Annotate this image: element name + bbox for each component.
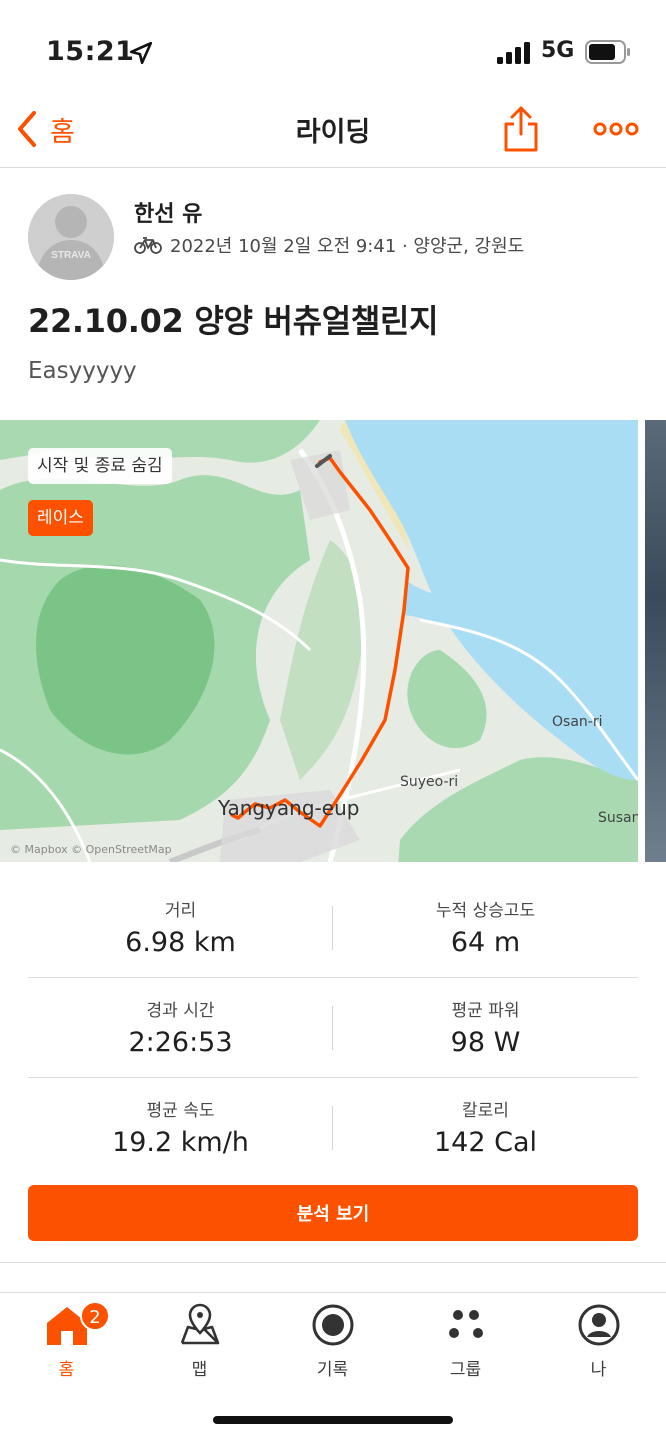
stat-label: 거리 [164, 901, 197, 921]
home-indicator[interactable] [213, 1416, 453, 1424]
record-icon [312, 1304, 354, 1346]
map-attribution[interactable]: © Mapbox © OpenStreetMap [10, 843, 172, 856]
hide-start-end-button[interactable]: 시작 및 종료 숨김 [28, 448, 172, 484]
activity-date-location: 2022년 10월 2일 오전 9:41 · 양양군, 강원도 [170, 236, 525, 257]
stat-label: 칼로리 [462, 1101, 509, 1121]
activity-title: 22.10.02 양양 버츄얼챌린지 [28, 302, 439, 340]
stat-label: 경과 시간 [146, 1001, 215, 1021]
activity-stats: 거리 6.98 km 누적 상승고도 64 m 경과 시간 2:26:53 평균… [28, 878, 638, 1178]
tab-maps[interactable]: 맵 [133, 1293, 266, 1393]
athlete-name[interactable]: 한선 유 [134, 196, 202, 228]
map-place-suyeo: Suyeo-ri [400, 774, 459, 790]
stat-value: 98 W [450, 1027, 521, 1058]
location-arrow-icon [129, 41, 153, 65]
stat-value: 2:26:53 [128, 1027, 233, 1058]
view-analysis-button[interactable]: 분석 보기 [28, 1185, 638, 1241]
stat-row: 거리 6.98 km 누적 상승고도 64 m [28, 878, 638, 978]
map-place-susan: Susan [598, 810, 638, 826]
stat-calories: 칼로리 142 Cal [333, 1078, 638, 1178]
profile-icon [578, 1304, 620, 1346]
notification-badge: 2 [80, 1301, 110, 1331]
stat-elevation-gain: 누적 상승고도 64 m [333, 878, 638, 978]
map-place-town: Yangyang-eup [218, 796, 360, 820]
status-time: 15:21 [46, 36, 135, 67]
tab-label: 맵 [191, 1360, 208, 1380]
tab-groups[interactable]: 그룹 [399, 1293, 532, 1393]
more-options-icon[interactable] [592, 114, 640, 144]
navigation-bar: 홈 라이딩 [0, 100, 666, 168]
race-badge[interactable]: 레이스 [28, 500, 93, 536]
avatar[interactable]: STRAVA [28, 194, 114, 280]
share-icon[interactable] [500, 104, 542, 154]
tab-label: 나 [590, 1360, 607, 1380]
route-map[interactable]: Osan-ri Suyeo-ri Susan Yangyang-eup [0, 420, 638, 862]
stat-elapsed-time: 경과 시간 2:26:53 [28, 978, 333, 1078]
battery-icon [585, 40, 630, 64]
bike-icon [134, 237, 162, 254]
tab-label: 기록 [316, 1360, 349, 1380]
cellular-signal-icon [497, 42, 530, 64]
activity-photo-preview[interactable] [645, 420, 666, 862]
tab-record[interactable]: 기록 [266, 1293, 399, 1393]
stat-distance: 거리 6.98 km [28, 878, 333, 978]
section-divider [0, 1262, 666, 1263]
stat-label: 평균 속도 [146, 1101, 215, 1121]
avatar-brand: STRAVA [51, 250, 91, 261]
stat-row: 평균 속도 19.2 km/h 칼로리 142 Cal [28, 1078, 638, 1178]
map-icon [180, 1303, 220, 1345]
status-bar: 15:21 5G [0, 0, 666, 100]
stat-value: 19.2 km/h [112, 1127, 249, 1158]
stat-value: 64 m [450, 927, 521, 958]
stat-label: 누적 상승고도 [435, 901, 536, 921]
tab-you[interactable]: 나 [532, 1293, 665, 1393]
tab-label: 홈 [58, 1360, 75, 1380]
tab-label: 그룹 [449, 1360, 482, 1380]
stat-average-speed: 평균 속도 19.2 km/h [28, 1078, 333, 1178]
stat-average-power: 평균 파워 98 W [333, 978, 638, 1078]
stat-value: 142 Cal [433, 1127, 538, 1158]
stat-label: 평균 파워 [451, 1001, 520, 1021]
activity-description: Easyyyyy [28, 358, 137, 384]
groups-icon [449, 1310, 483, 1338]
activity-meta: 2022년 10월 2일 오전 9:41 · 양양군, 강원도 [134, 232, 524, 258]
map-place-osan: Osan-ri [552, 714, 603, 730]
stat-row: 경과 시간 2:26:53 평균 파워 98 W [28, 978, 638, 1078]
network-type: 5G [541, 38, 575, 63]
stat-value: 6.98 km [125, 927, 236, 958]
default-avatar-icon: STRAVA [28, 194, 114, 280]
page-title: 라이딩 [295, 117, 371, 148]
tab-home[interactable]: 2 홈 [0, 1293, 133, 1393]
